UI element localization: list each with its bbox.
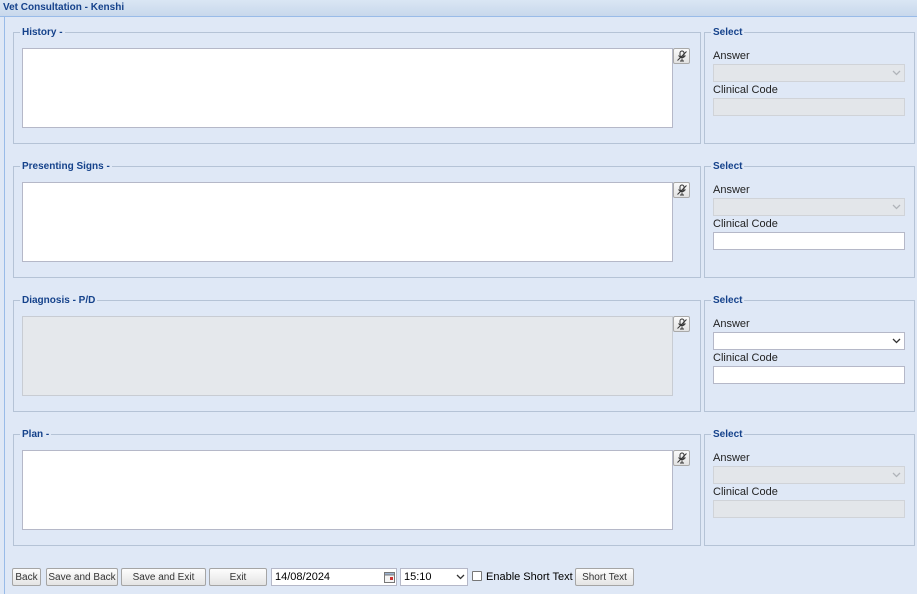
diagnosis-dictation-button[interactable] (673, 316, 690, 332)
diagnosis-textarea[interactable] (22, 316, 673, 396)
presenting-signs-clinical-code-label: Clinical Code (713, 218, 778, 230)
consultation-form: History - Select Answer Clinical Code Pr… (4, 17, 917, 594)
chevron-down-icon (456, 574, 464, 580)
diagnosis-select-title: Select (713, 295, 743, 306)
history-clinical-code-label: Clinical Code (713, 84, 778, 96)
presenting-signs-dictation-button[interactable] (673, 182, 690, 198)
enable-short-text-label[interactable]: Enable Short Text (486, 571, 573, 583)
short-text-button[interactable]: Short Text (575, 568, 634, 586)
chevron-down-icon (892, 338, 901, 344)
diagnosis-answer-dropdown[interactable] (713, 332, 905, 350)
plan-answer-label: Answer (713, 452, 750, 464)
back-button[interactable]: Back (12, 568, 41, 586)
history-clinical-code-input[interactable] (713, 98, 905, 116)
window-title: Vet Consultation - Kenshi (3, 2, 125, 13)
date-value: 14/08/2024 (275, 571, 331, 583)
microphone-off-icon (676, 50, 687, 62)
plan-dictation-button[interactable] (673, 450, 690, 466)
history-textarea[interactable] (22, 48, 673, 128)
plan-clinical-code-label: Clinical Code (713, 486, 778, 498)
microphone-off-icon (676, 184, 687, 196)
presenting-signs-select-title: Select (713, 161, 743, 172)
microphone-off-icon (676, 318, 687, 330)
history-answer-dropdown[interactable] (713, 64, 905, 82)
time-value: 15:10 (404, 571, 432, 583)
enable-short-text-checkbox[interactable] (472, 571, 482, 581)
diagnosis-clinical-code-input[interactable] (713, 366, 905, 384)
time-dropdown-button[interactable] (453, 569, 467, 585)
presenting-signs-clinical-code-input[interactable] (713, 232, 905, 250)
diagnosis-label: Diagnosis - P/D (22, 295, 96, 306)
chevron-down-icon (892, 70, 901, 76)
presenting-signs-answer-dropdown[interactable] (713, 198, 905, 216)
plan-clinical-code-input[interactable] (713, 500, 905, 518)
window-title-bar: Vet Consultation - Kenshi (0, 0, 917, 17)
save-and-back-button[interactable]: Save and Back (46, 568, 118, 586)
microphone-off-icon (676, 452, 687, 464)
presenting-signs-label: Presenting Signs - (22, 161, 110, 172)
save-and-exit-button[interactable]: Save and Exit (121, 568, 206, 586)
plan-label: Plan - (22, 429, 50, 440)
exit-button[interactable]: Exit (209, 568, 267, 586)
plan-textarea[interactable] (22, 450, 673, 530)
history-answer-label: Answer (713, 50, 750, 62)
calendar-icon (383, 571, 395, 583)
chevron-down-icon (892, 472, 901, 478)
date-field[interactable]: 14/08/2024 (271, 568, 397, 586)
presenting-signs-answer-label: Answer (713, 184, 750, 196)
chevron-down-icon (892, 204, 901, 210)
date-picker-button[interactable] (382, 569, 396, 585)
history-select-title: Select (713, 27, 743, 38)
presenting-signs-textarea[interactable] (22, 182, 673, 262)
plan-answer-dropdown[interactable] (713, 466, 905, 484)
diagnosis-clinical-code-label: Clinical Code (713, 352, 778, 364)
history-dictation-button[interactable] (673, 48, 690, 64)
diagnosis-answer-label: Answer (713, 318, 750, 330)
plan-select-title: Select (713, 429, 743, 440)
history-label: History - (22, 27, 63, 38)
